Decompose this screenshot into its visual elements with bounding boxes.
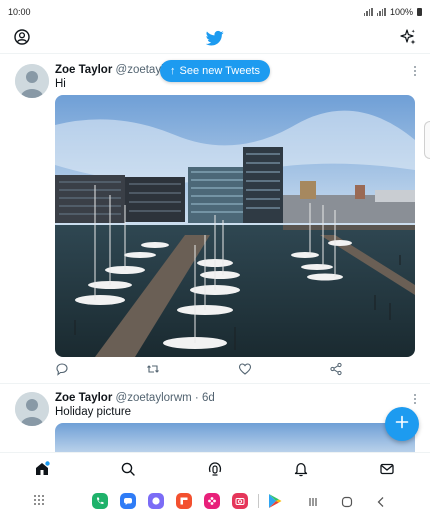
flipboard-app-icon[interactable]: [176, 493, 192, 509]
tweet-header: Zoe Taylor @zoetaylorwm · 6d: [55, 392, 215, 404]
home-icon[interactable]: [34, 461, 50, 477]
camera-app-icon[interactable]: [232, 493, 248, 509]
phone-app-icon[interactable]: [92, 493, 108, 509]
home-button-icon[interactable]: [341, 495, 353, 513]
see-new-tweets-label: See new Tweets: [179, 65, 260, 77]
arrow-up-icon: ↑: [169, 65, 176, 77]
app-drawer-icon[interactable]: [33, 493, 45, 511]
back-icon[interactable]: [375, 495, 387, 513]
compose-tweet-button[interactable]: [385, 407, 419, 441]
dock-divider: [258, 494, 259, 508]
notifications-icon[interactable]: [293, 461, 309, 477]
search-icon[interactable]: [120, 461, 136, 477]
avatar[interactable]: [15, 392, 49, 426]
recents-icon[interactable]: [307, 495, 319, 513]
messages-icon[interactable]: [379, 461, 395, 477]
tweet-text: Holiday picture: [55, 406, 132, 418]
edge-panel-handle[interactable]: [424, 121, 430, 159]
tweet-image[interactable]: [55, 423, 415, 452]
flower-app-icon[interactable]: [204, 493, 220, 509]
system-navigation-bar: [0, 486, 430, 516]
more-options-icon[interactable]: [411, 392, 419, 404]
author-name[interactable]: Zoe Taylor: [55, 392, 112, 404]
bottom-navigation: [0, 452, 430, 486]
chat-app-icon[interactable]: [148, 493, 164, 509]
spaces-icon[interactable]: [207, 461, 223, 477]
see-new-tweets-button[interactable]: ↑ See new Tweets: [160, 60, 270, 82]
play-store-icon[interactable]: [268, 493, 282, 514]
messages-app-icon[interactable]: [120, 493, 136, 509]
author-handle[interactable]: @zoetaylorwm · 6d: [116, 392, 215, 404]
plus-icon: [395, 415, 409, 434]
